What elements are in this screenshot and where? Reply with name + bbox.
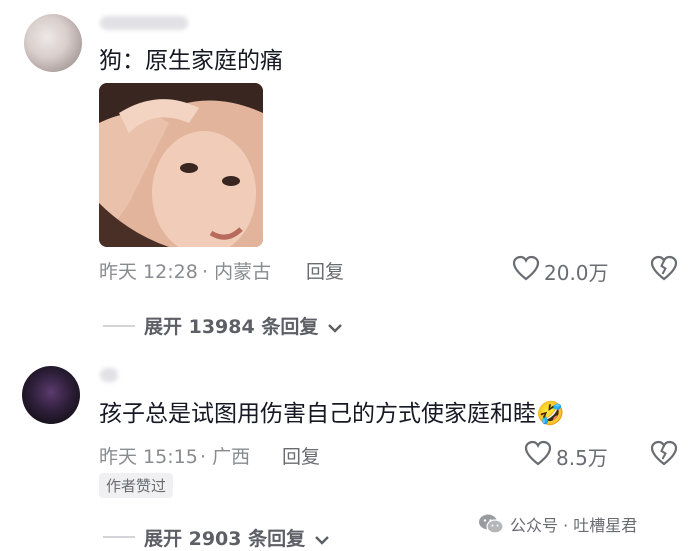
comment-location: · 广西 — [200, 446, 251, 468]
like-button[interactable] — [512, 255, 540, 281]
author-liked-badge: 作者赞过 — [99, 473, 174, 498]
commenter-name[interactable] — [100, 16, 188, 30]
commenter-avatar[interactable] — [22, 366, 80, 424]
like-count: 8.5万 — [556, 446, 608, 470]
reply-button[interactable]: 回复 — [306, 257, 344, 284]
broken-heart-icon — [650, 255, 678, 281]
commenter-name[interactable] — [100, 368, 118, 382]
comment-text-body: 孩子总是试图用伤害自己的方式使家庭和睦 — [99, 401, 536, 427]
watermark-text: 公众号 · 吐槽星君 — [510, 516, 638, 535]
dislike-button[interactable] — [650, 440, 678, 466]
comment-image[interactable] — [99, 83, 263, 247]
reply-button[interactable]: 回复 — [282, 442, 320, 469]
comment-location: · 内蒙古 — [202, 261, 272, 283]
like-count: 20.0万 — [544, 261, 609, 285]
expand-divider — [103, 325, 135, 327]
wechat-icon — [479, 514, 504, 534]
chevron-down-icon — [314, 535, 329, 545]
expand-replies-label: 展开 13984 条回复 — [144, 316, 319, 338]
expand-replies-button[interactable]: 展开 2903 条回复 — [144, 524, 330, 551]
broken-heart-icon — [650, 440, 678, 466]
comment-time: 昨天 15:15 — [99, 446, 198, 468]
like-button[interactable] — [524, 440, 552, 466]
comment-time: 昨天 12:28 — [99, 261, 198, 283]
expand-divider — [103, 536, 135, 538]
heart-outline-icon — [512, 255, 540, 281]
watermark: 公众号 · 吐槽星君 — [478, 512, 637, 536]
heart-outline-icon — [524, 440, 552, 466]
commenter-avatar[interactable] — [24, 14, 82, 72]
expand-replies-button[interactable]: 展开 13984 条回复 — [144, 312, 343, 339]
expand-replies-label: 展开 2903 条回复 — [144, 528, 306, 550]
comment-text: 狗：原生家庭的痛 — [99, 48, 283, 74]
chevron-down-icon — [328, 323, 342, 333]
selfie-photo — [99, 83, 263, 247]
comment-text: 孩子总是试图用伤害自己的方式使家庭和睦🤣 — [99, 399, 565, 429]
dislike-button[interactable] — [650, 255, 678, 281]
laughing-emoji: 🤣 — [536, 401, 565, 427]
